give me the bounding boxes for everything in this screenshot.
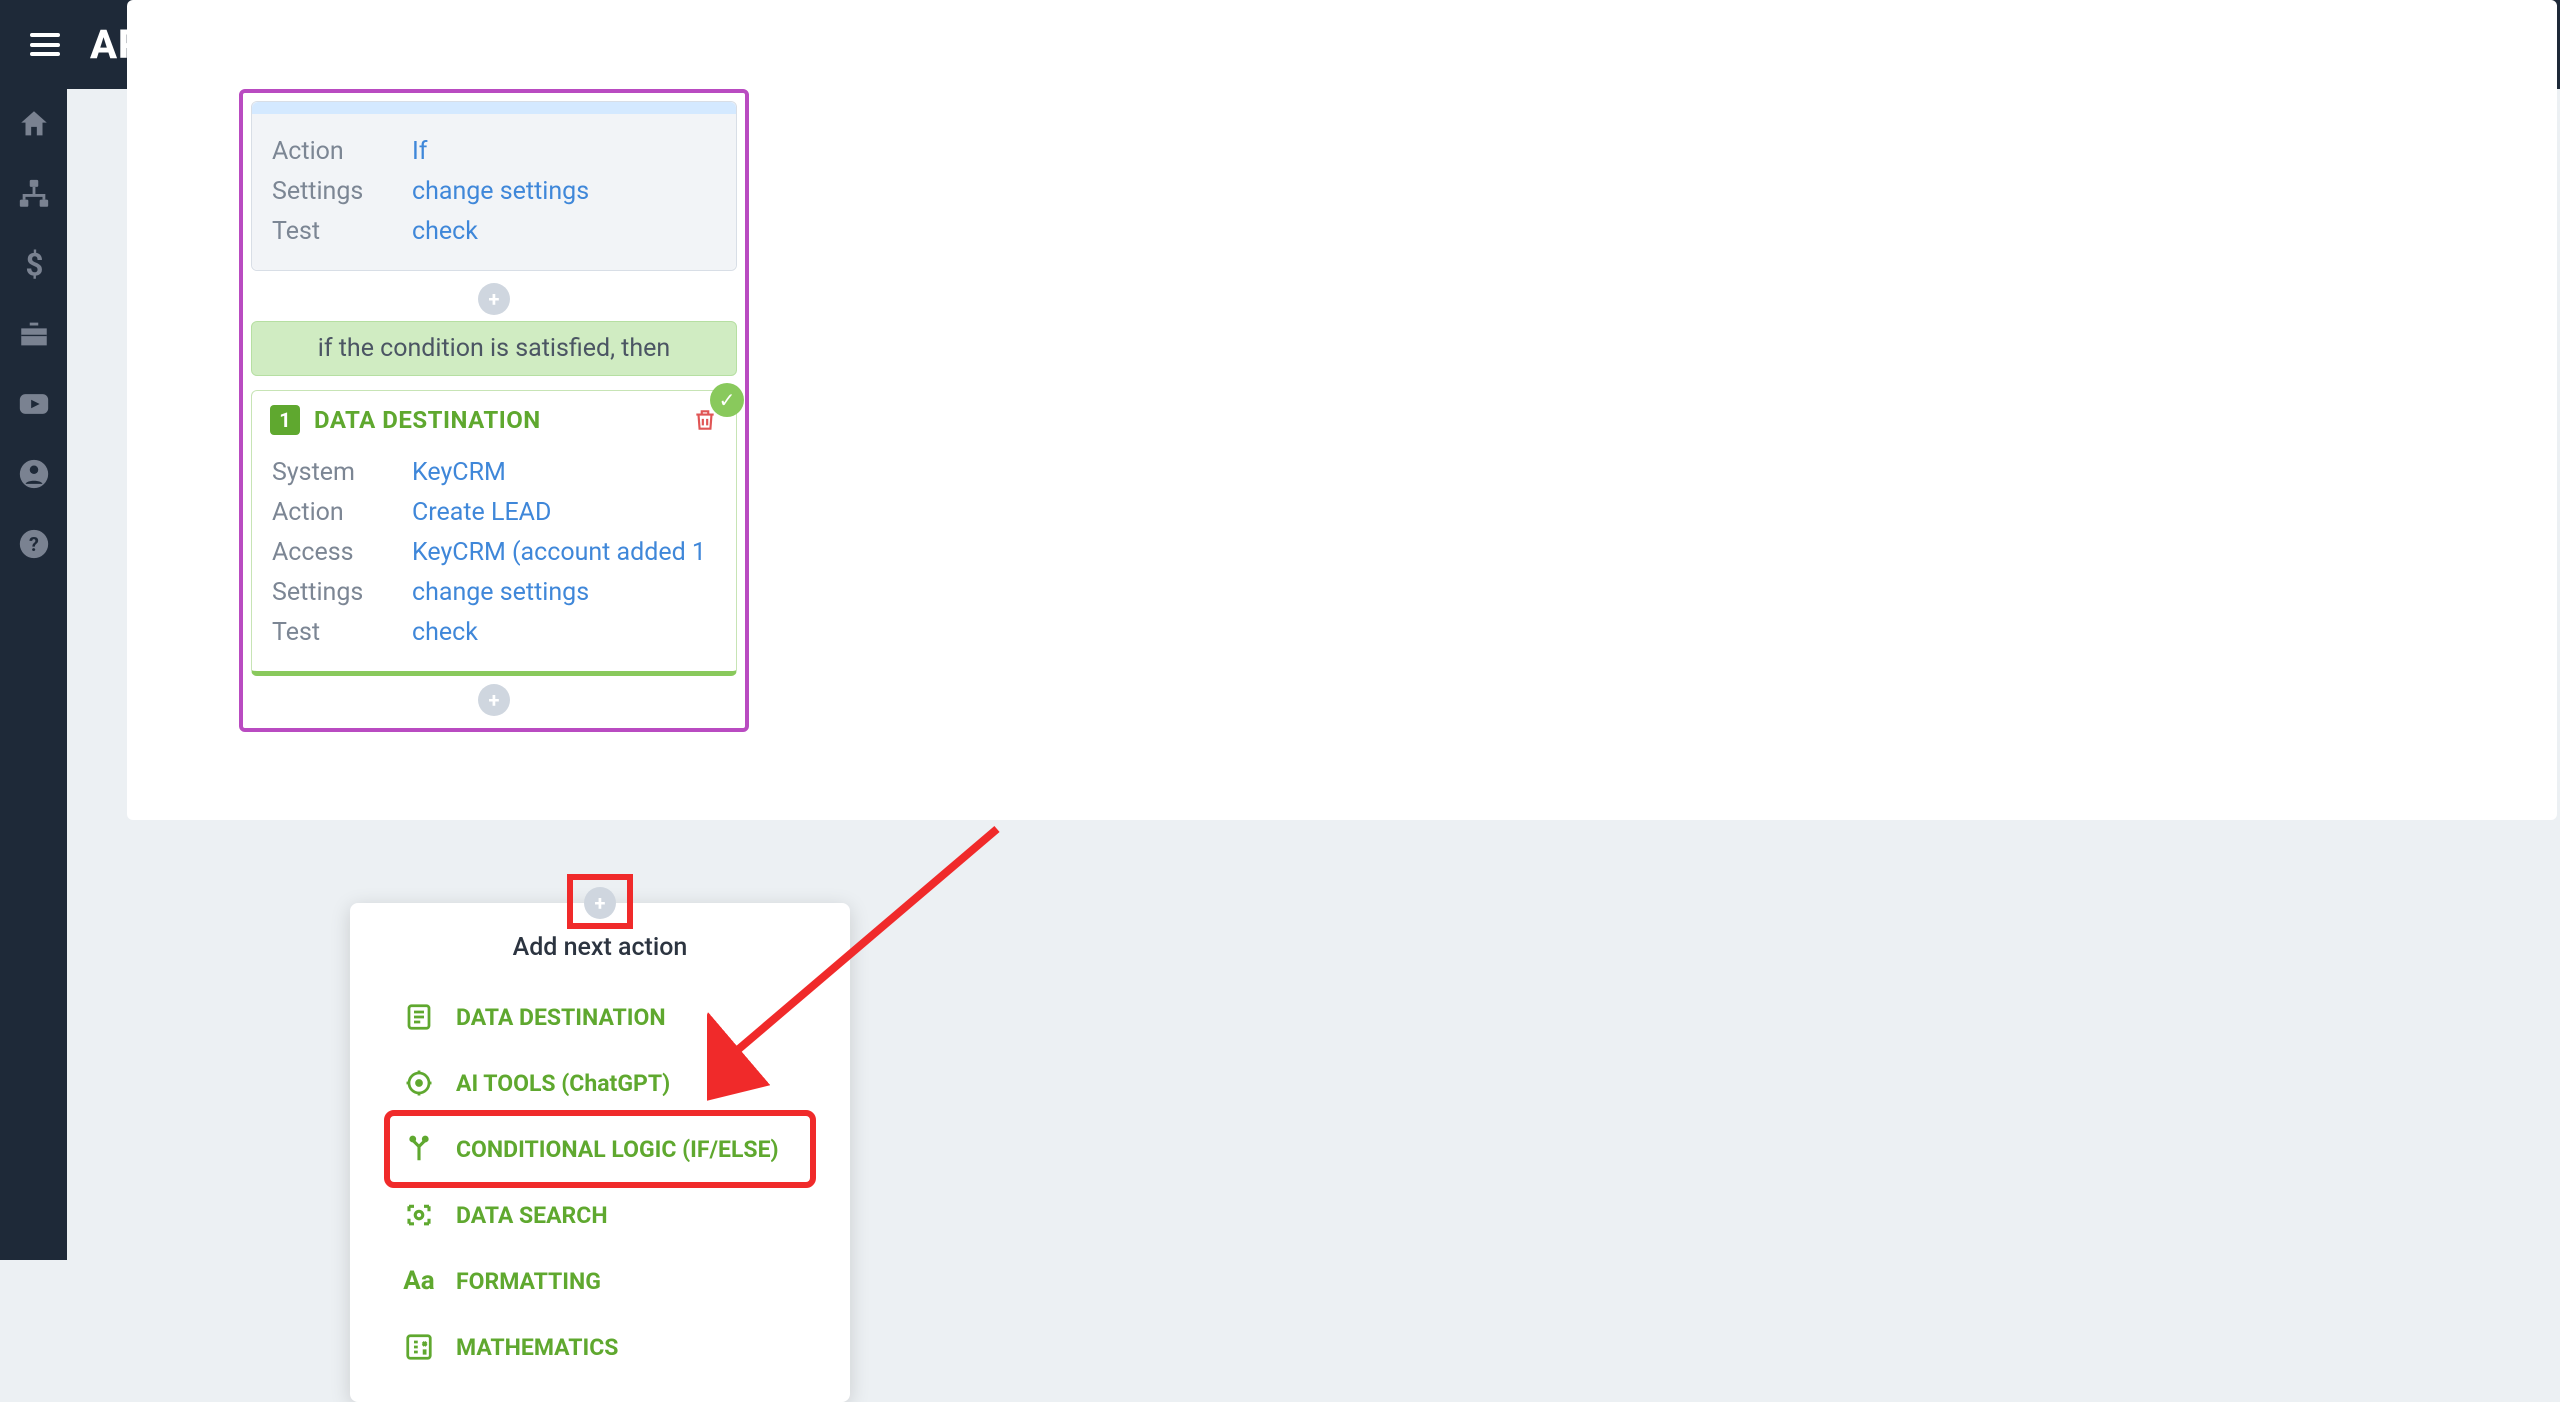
pop-item-label: AI TOOLS (ChatGPT): [456, 1070, 670, 1097]
row-label: Settings: [272, 172, 412, 212]
sidebar-item-briefcase[interactable]: [0, 299, 67, 369]
row-label: Access: [272, 533, 412, 573]
row-label: Action: [272, 132, 412, 172]
sidebar-item-account[interactable]: [0, 439, 67, 509]
destination-title: DATA DESTINATION: [314, 406, 541, 434]
row-label: Action: [272, 493, 412, 533]
access-link[interactable]: KeyCRM (account added 1: [412, 533, 706, 573]
pop-item-label: MATHEMATICS: [456, 1334, 618, 1361]
svg-text:$: $: [25, 247, 43, 281]
row-label: System: [272, 453, 412, 493]
sidebar-item-connections[interactable]: [0, 159, 67, 229]
if-card: ActionIf Settingschange settings Testche…: [251, 101, 737, 271]
pop-item-label: DATA SEARCH: [456, 1202, 608, 1229]
action-link[interactable]: Create LEAD: [412, 493, 551, 533]
sidebar-item-help[interactable]: ?: [0, 509, 67, 579]
destination-card: ✓ 1 DATA DESTINATION SystemKeyCRM Action…: [251, 390, 737, 676]
condition-bar: if the condition is satisfied, then: [251, 321, 737, 376]
add-action-popover: Add next action DATA DESTINATION AI TOOL…: [350, 903, 850, 1402]
sidebar-item-home[interactable]: [0, 89, 67, 159]
check-icon: ✓: [710, 383, 744, 417]
pop-item-data-search[interactable]: DATA SEARCH: [390, 1182, 810, 1248]
pop-item-label: CONDITIONAL LOGIC (IF/ELSE): [456, 1136, 779, 1163]
settings-link[interactable]: change settings: [412, 573, 589, 613]
menu-icon[interactable]: [30, 33, 60, 56]
destination-icon: [402, 1000, 436, 1034]
destination-number: 1: [270, 405, 300, 435]
row-label: Settings: [272, 573, 412, 613]
pop-item-ai-tools[interactable]: AI TOOLS (ChatGPT): [390, 1050, 810, 1116]
left-sidebar: $ ?: [0, 89, 67, 1260]
test-link[interactable]: check: [412, 613, 478, 653]
popover-title: Add next action: [350, 933, 850, 962]
conditional-group: ActionIf Settingschange settings Testche…: [239, 89, 749, 732]
row-label: Test: [272, 613, 412, 653]
system-link[interactable]: KeyCRM: [412, 453, 506, 493]
row-label: Test: [272, 212, 412, 252]
add-next-action-button[interactable]: +: [584, 887, 616, 919]
pop-item-label: DATA DESTINATION: [456, 1004, 666, 1031]
branch-icon: [402, 1132, 436, 1166]
add-inside-button[interactable]: +: [478, 684, 510, 716]
sidebar-item-billing[interactable]: $: [0, 229, 67, 299]
ai-icon: [402, 1066, 436, 1100]
main-content: ActionIf Settingschange settings Testche…: [67, 89, 2560, 1260]
settings-link[interactable]: change settings: [412, 172, 589, 212]
formatting-icon: Aa: [402, 1264, 436, 1298]
pop-item-data-destination[interactable]: DATA DESTINATION: [390, 984, 810, 1050]
add-between-button[interactable]: +: [478, 283, 510, 315]
pop-item-conditional-logic[interactable]: CONDITIONAL LOGIC (IF/ELSE): [390, 1116, 810, 1182]
action-value[interactable]: If: [412, 132, 428, 172]
flow-column: ActionIf Settingschange settings Testche…: [239, 89, 749, 732]
search-icon: [402, 1198, 436, 1232]
sidebar-item-video[interactable]: [0, 369, 67, 439]
svg-text:?: ?: [29, 533, 39, 556]
if-card-header: [252, 102, 736, 114]
test-link[interactable]: check: [412, 212, 478, 252]
pop-item-mathematics[interactable]: MATHEMATICS: [390, 1314, 810, 1380]
workspace-panel: ActionIf Settingschange settings Testche…: [127, 0, 2557, 820]
pop-item-formatting[interactable]: Aa FORMATTING: [390, 1248, 810, 1314]
pop-item-label: FORMATTING: [456, 1268, 601, 1295]
math-icon: [402, 1330, 436, 1364]
